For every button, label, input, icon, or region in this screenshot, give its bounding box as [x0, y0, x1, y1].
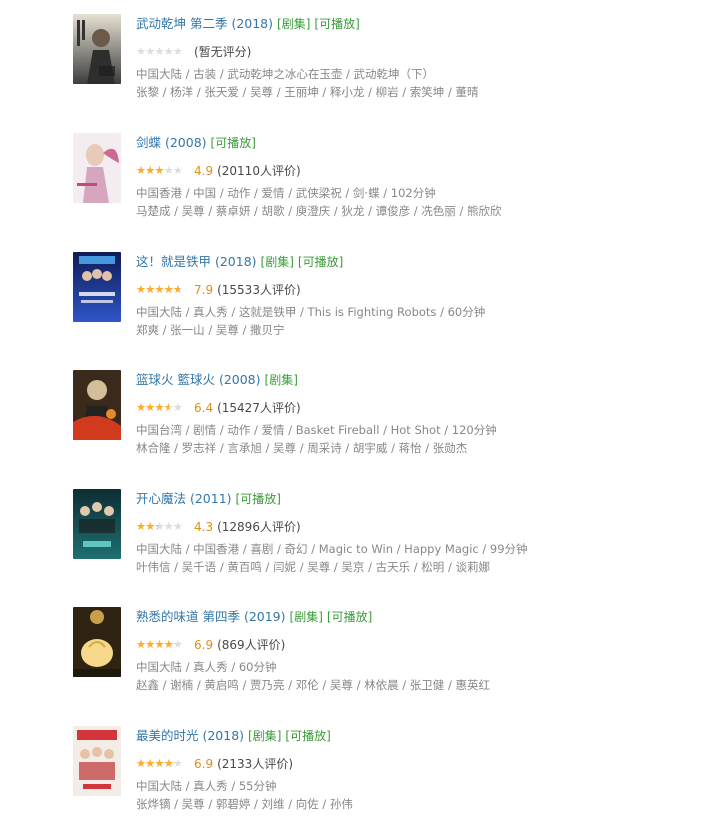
item-title[interactable]: 篮球火 籃球火 (2008)	[136, 372, 261, 387]
item-meta-info: 中国大陆 / 真人秀 / 55分钟	[136, 779, 277, 793]
poster-image[interactable]	[73, 489, 121, 559]
item-title[interactable]: 最美的时光 (2018)	[136, 728, 244, 743]
list-item: 最美的时光 (2018) [剧集] [可播放] ★★★★★★★★★★ 6.9(2133…	[73, 726, 693, 826]
tag-playable[interactable]: [可播放]	[327, 610, 372, 624]
rating-score: 6.9	[194, 638, 214, 652]
rating-count: (12896人评价)	[217, 520, 301, 534]
rating-count: (15427人评价)	[217, 401, 301, 415]
item-meta-people: 林合隆 / 罗志祥 / 言承旭 / 吴尊 / 周采诗 / 胡宇威 / 蒋怡 / …	[136, 441, 468, 455]
item-meta-people: 张烨镝 / 吴尊 / 郭碧婷 / 刘维 / 向佐 / 孙伟	[136, 797, 353, 811]
list-item: 剑蝶 (2008) [可播放] ★★★★★★★★★★ 4.9(20110人评价) 中…	[73, 133, 693, 233]
poster-art	[73, 133, 121, 203]
item-meta-info: 中国台湾 / 剧情 / 动作 / 爱情 / Basket Fireball / …	[136, 423, 497, 437]
tag-playable[interactable]: [可播放]	[236, 492, 281, 506]
poster-art	[73, 489, 121, 559]
list-item: 开心魔法 (2011) [可播放] ★★★★★★★★★★ 4.3(12896人评价)…	[73, 489, 693, 589]
tag-playable[interactable]: [可播放]	[298, 255, 343, 269]
item-meta-people: 张黎 / 杨洋 / 张天爱 / 吴尊 / 王丽坤 / 释小龙 / 柳岩 / 索笑…	[136, 85, 479, 99]
item-meta-people: 马楚成 / 吴尊 / 蔡卓妍 / 胡歌 / 庾澄庆 / 狄龙 / 谭俊彦 / 冼…	[136, 204, 502, 218]
rating-stars-icon: ★★★★★★★★★★	[136, 283, 183, 296]
item-meta-people: 叶伟信 / 吴千语 / 黄百鸣 / 闫妮 / 吴尊 / 吴京 / 古天乐 / 松…	[136, 560, 490, 574]
rating-score: 7.9	[194, 283, 214, 297]
poster-image[interactable]	[73, 370, 121, 440]
rating-score: 4.9	[194, 164, 214, 178]
item-meta-info: 中国大陆 / 古装 / 武动乾坤之冰心在玉壶 / 武动乾坤（下）	[136, 67, 435, 81]
item-meta-people: 郑爽 / 张一山 / 吴尊 / 撒贝宁	[136, 323, 285, 337]
item-title[interactable]: 剑蝶 (2008)	[136, 135, 207, 150]
rating-stars-icon: ★★★★★★★★★★	[136, 164, 183, 177]
list-item: 熟悉的味道 第四季 (2019) [剧集] [可播放] ★★★★★★★★★★ 6.9(…	[73, 607, 693, 707]
tag-series[interactable]: [剧集]	[290, 610, 323, 624]
item-title[interactable]: 熟悉的味道 第四季 (2019)	[136, 609, 286, 624]
poster-art	[73, 607, 121, 677]
rating-count: (869人评价)	[217, 638, 286, 652]
item-title[interactable]: 这！就是铁甲 (2018)	[136, 254, 257, 269]
tag-series[interactable]: [剧集]	[248, 729, 281, 743]
rating-score: 6.9	[194, 757, 214, 771]
tag-series[interactable]: [剧集]	[265, 373, 298, 387]
item-meta-info: 中国大陆 / 真人秀 / 这就是铁甲 / This is Fighting Ro…	[136, 305, 486, 319]
rating-count: (2133人评价)	[217, 757, 293, 771]
item-title[interactable]: 武动乾坤 第二季 (2018)	[136, 16, 273, 31]
tag-series[interactable]: [剧集]	[261, 255, 294, 269]
tag-playable[interactable]: [可播放]	[211, 136, 256, 150]
rating-stars-icon: ★★★★★★★★★★	[136, 45, 183, 58]
poster-image[interactable]	[73, 726, 121, 796]
rating-stars-icon: ★★★★★★★★★★	[136, 520, 183, 533]
poster-image[interactable]	[73, 607, 121, 677]
rating-stars-icon: ★★★★★★★★★★	[136, 401, 183, 414]
rating-stars-icon: ★★★★★★★★★★	[136, 638, 183, 651]
poster-image[interactable]	[73, 252, 121, 322]
item-meta-info: 中国香港 / 中国 / 动作 / 爱情 / 武侠梁祝 / 剑·蝶 / 102分钟	[136, 186, 436, 200]
list-item: 这！就是铁甲 (2018) [剧集] [可播放] ★★★★★ ★★★★★ 7.9 (155…	[73, 252, 693, 352]
tag-playable[interactable]: [可播放]	[285, 729, 330, 743]
poster-art	[73, 726, 121, 796]
item-meta-info: 中国大陆 / 真人秀 / 60分钟	[136, 660, 277, 674]
rating-score: 6.4	[194, 401, 214, 415]
poster-image[interactable]	[73, 14, 121, 84]
tag-playable[interactable]: [可播放]	[314, 17, 359, 31]
poster-art	[73, 370, 121, 440]
rating-count: (15533人评价)	[217, 283, 301, 297]
rating-score: 4.3	[194, 520, 214, 534]
item-meta-people: 赵鑫 / 谢楠 / 黄启鸣 / 贾乃亮 / 邓伦 / 吴尊 / 林依晨 / 张卫…	[136, 678, 490, 692]
poster-art	[73, 14, 121, 84]
rating-count: (暂无评分)	[194, 45, 252, 59]
poster-art	[73, 252, 121, 322]
rating-count: (20110人评价)	[217, 164, 301, 178]
list-item: 篮球火 籃球火 (2008) [剧集] ★★★★★★★★★★ 6.4(15427人评…	[73, 370, 693, 470]
rating-stars-icon: ★★★★★★★★★★	[136, 757, 183, 770]
tag-series[interactable]: [剧集]	[277, 17, 310, 31]
item-meta-info: 中国大陆 / 中国香港 / 喜剧 / 奇幻 / Magic to Win / H…	[136, 542, 528, 556]
list-item: 武动乾坤 第二季 (2018) [剧集] [可播放] ★★★★★★★★★★ (暂无评分…	[73, 14, 693, 114]
item-title[interactable]: 开心魔法 (2011)	[136, 491, 232, 506]
poster-image[interactable]	[73, 133, 121, 203]
